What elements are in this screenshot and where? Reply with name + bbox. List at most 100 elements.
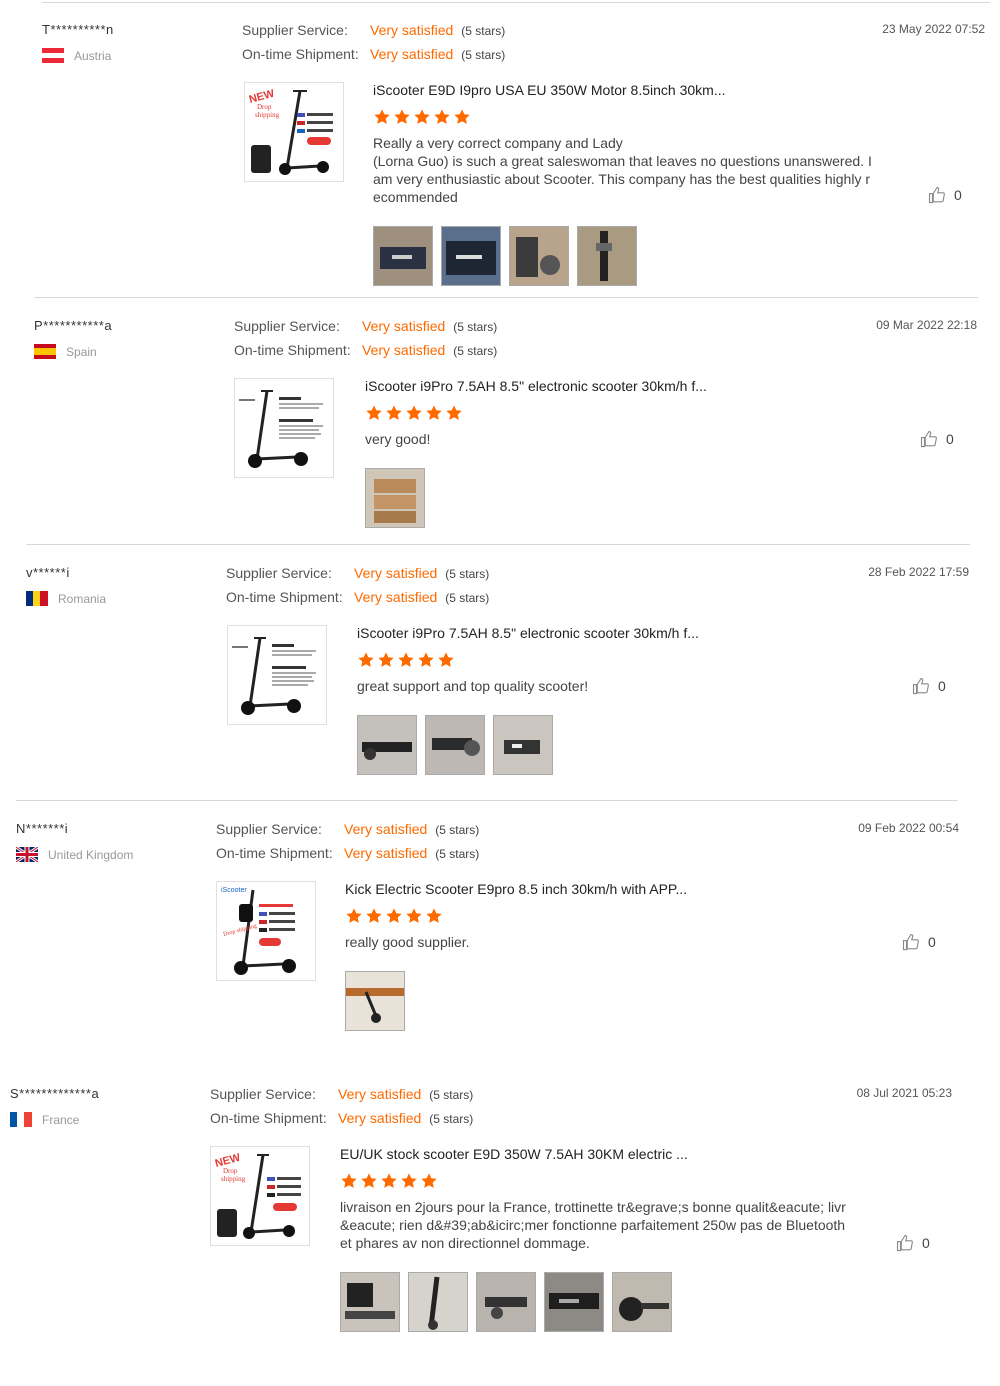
svg-text:shipping: shipping — [221, 1175, 246, 1183]
star-icon — [366, 908, 382, 923]
star-icon — [381, 1173, 397, 1188]
rating-value: Very satisfied — [344, 821, 428, 837]
svg-text:shipping: shipping — [255, 111, 280, 119]
rating-label: Supplier Service: — [216, 821, 322, 837]
rating-stars-text: (5 stars) — [453, 320, 498, 334]
svg-text:Drop: Drop — [257, 103, 272, 111]
review-photo[interactable] — [357, 715, 417, 775]
review-item: N*******i United Kingdom Supplier Servic… — [16, 821, 996, 1121]
review-photo[interactable] — [509, 226, 569, 286]
star-icon — [341, 1173, 357, 1188]
review-photo[interactable] — [577, 226, 637, 286]
svg-text:Drop: Drop — [223, 1167, 238, 1175]
review-photos — [340, 1272, 672, 1332]
supplier-service-rating: Supplier Service: Very satisfied (5 star… — [216, 821, 479, 837]
like-count: 0 — [954, 187, 962, 203]
shipment-rating: On-time Shipment: Very satisfied (5 star… — [226, 589, 489, 605]
star-icon — [438, 652, 454, 667]
like-button[interactable]: 0 — [928, 186, 962, 204]
review-photo[interactable] — [373, 226, 433, 286]
rating-label: On-time Shipment: — [234, 342, 351, 358]
product-title[interactable]: EU/UK stock scooter E9D 350W 7.5AH 30KM … — [340, 1146, 688, 1162]
like-button[interactable]: 0 — [920, 430, 954, 448]
star-icon — [346, 908, 362, 923]
product-thumbnail[interactable] — [227, 625, 327, 725]
star-icon — [426, 908, 442, 923]
rating-stars-text: (5 stars) — [461, 48, 506, 62]
product-title[interactable]: iScooter i9Pro 7.5AH 8.5" electronic sco… — [365, 378, 707, 394]
product-thumbnail[interactable]: NEW Drop shipping — [244, 82, 344, 182]
reviewer-name: T**********n — [42, 22, 114, 37]
rating-stars-text: (5 stars) — [445, 567, 490, 581]
rating-stars-text: (5 stars) — [453, 344, 498, 358]
star-icon — [378, 652, 394, 667]
review-photos — [373, 226, 637, 286]
country-name: Romania — [58, 591, 107, 606]
review-photo[interactable] — [425, 715, 485, 775]
svg-text:Drop shipping: Drop shipping — [223, 923, 258, 938]
review-text: really good supplier. — [345, 934, 470, 950]
product-title[interactable]: iScooter i9Pro 7.5AH 8.5" electronic sco… — [357, 625, 699, 641]
review-photo[interactable] — [345, 971, 405, 1031]
star-icon — [394, 109, 410, 124]
reviewer-country: Austria — [42, 48, 111, 63]
review-photo[interactable] — [441, 226, 501, 286]
review-photo[interactable] — [493, 715, 553, 775]
review-stars — [357, 651, 455, 669]
review-photo[interactable] — [408, 1272, 468, 1332]
like-button[interactable]: 0 — [896, 1234, 930, 1252]
star-icon — [454, 109, 470, 124]
thumbs-up-icon — [920, 430, 937, 448]
review-photo[interactable] — [365, 468, 425, 528]
thumbs-up-icon — [928, 186, 945, 204]
product-title[interactable]: Kick Electric Scooter E9pro 8.5 inch 30k… — [345, 881, 687, 897]
rating-value: Very satisfied — [362, 342, 446, 358]
divider — [26, 544, 970, 545]
country-name: Austria — [74, 48, 112, 63]
rating-value: Very satisfied — [370, 46, 454, 62]
reviewer-name: P***********a — [34, 318, 113, 333]
rating-stars-text: (5 stars) — [429, 1112, 474, 1126]
star-icon — [414, 109, 430, 124]
review-date: 09 Feb 2022 00:54 — [858, 821, 959, 835]
reviewer-name: S*************a — [10, 1086, 100, 1101]
review-date: 23 May 2022 07:52 — [882, 22, 985, 36]
review-item: v******i Romania Supplier Service: Very … — [26, 565, 1000, 865]
review-photo[interactable] — [476, 1272, 536, 1332]
france-flag-icon — [10, 1112, 32, 1127]
rating-label: On-time Shipment: — [226, 589, 343, 605]
like-button[interactable]: 0 — [912, 677, 946, 695]
like-count: 0 — [922, 1235, 930, 1251]
shipment-rating: On-time Shipment: Very satisfied (5 star… — [234, 342, 497, 358]
like-count: 0 — [946, 431, 954, 447]
star-icon — [398, 652, 414, 667]
rating-label: On-time Shipment: — [210, 1110, 327, 1126]
like-button[interactable]: 0 — [902, 933, 936, 951]
product-title[interactable]: iScooter E9D I9pro USA EU 350W Motor 8.5… — [373, 82, 726, 98]
review-photos — [357, 715, 553, 775]
divider — [16, 800, 958, 801]
review-photos — [345, 971, 405, 1031]
reviewer-name: N*******i — [16, 821, 69, 836]
divider — [34, 297, 978, 298]
review-photo[interactable] — [612, 1272, 672, 1332]
country-name: France — [42, 1112, 80, 1127]
rating-label: Supplier Service: — [210, 1086, 316, 1102]
product-thumbnail[interactable]: NEW Drop shipping — [210, 1146, 310, 1246]
rating-stars-text: (5 stars) — [429, 1088, 474, 1102]
review-text: great support and top quality scooter! — [357, 678, 589, 694]
like-count: 0 — [938, 678, 946, 694]
review-date: 28 Feb 2022 17:59 — [868, 565, 969, 579]
product-thumbnail[interactable]: iScooter Drop shipping — [216, 881, 316, 981]
review-photo[interactable] — [340, 1272, 400, 1332]
divider — [42, 2, 990, 3]
review-photo[interactable] — [544, 1272, 604, 1332]
star-icon — [406, 405, 422, 420]
rating-value: Very satisfied — [362, 318, 446, 334]
rating-stars-text: (5 stars) — [461, 24, 506, 38]
product-thumbnail[interactable] — [234, 378, 334, 478]
star-icon — [406, 908, 422, 923]
supplier-service-rating: Supplier Service: Very satisfied (5 star… — [242, 22, 505, 38]
review-text: very good! — [365, 431, 431, 447]
reviewer-country: Spain — [34, 344, 97, 359]
